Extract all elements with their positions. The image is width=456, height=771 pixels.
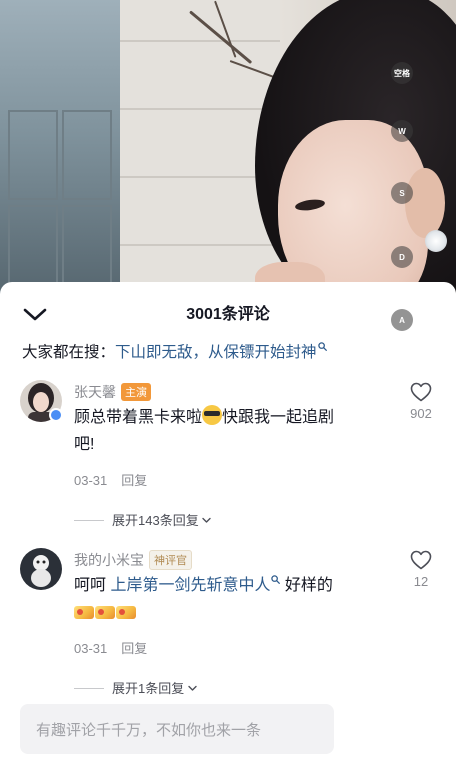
key-space-hint[interactable]: 空格	[391, 62, 413, 84]
heart-icon	[410, 382, 432, 402]
comment-text: 呵呵 上岸第一剑先斩意中人 好样的	[74, 572, 374, 626]
comment-text: 顾总带着黑卡来啦 快跟我一起追剧 吧!	[74, 404, 374, 458]
comment-count-title: 3001条评论	[186, 306, 270, 323]
chevron-down-icon	[202, 517, 212, 523]
comment-date: 03-31	[74, 473, 108, 488]
trending-search-link[interactable]: 下山即无敌，从保镖开始封神	[115, 344, 317, 361]
comment-text-part: 顾总带着黑卡来啦	[74, 409, 203, 426]
comment-hashtag-link[interactable]: 上岸第一剑先斩意中人	[110, 577, 270, 594]
chevron-down-icon	[188, 685, 197, 691]
expand-replies-label: 展开143条回复	[112, 513, 199, 528]
expand-replies-label: 展开1条回复	[112, 681, 185, 696]
role-tag: 主演	[121, 383, 151, 401]
comment-text-part: 吧!	[74, 436, 95, 453]
comment-input-placeholder: 有趣评论千千万，不如你也来一条	[36, 722, 262, 739]
comment-sheet: 3001条评论 A 大家都在搜：下山即无敌，从保镖开始封神 张天馨 主演 顾总带着…	[0, 282, 456, 771]
earring	[425, 230, 447, 252]
comment-header: 3001条评论	[0, 282, 456, 338]
thumbs-up-emoji-icon	[95, 606, 115, 619]
expand-replies-button[interactable]: 展开143条回复	[74, 510, 212, 529]
expand-replies-button[interactable]: 展开1条回复	[74, 678, 197, 697]
like-count: 902	[410, 406, 432, 421]
window-background	[0, 0, 125, 300]
search-icon	[317, 342, 327, 351]
divider-line	[74, 688, 104, 689]
key-d-hint[interactable]: D	[391, 246, 413, 268]
comment-item: 张天馨 主演 顾总带着黑卡来啦 快跟我一起追剧 吧! 03-31 回复 902 展开1…	[0, 380, 456, 530]
comment-text-part: 快跟我一起追剧	[222, 409, 335, 426]
avatar[interactable]	[20, 548, 62, 590]
heart-icon	[410, 550, 432, 570]
comment-meta: 03-31 回复	[74, 470, 161, 489]
key-a-hint[interactable]: A	[391, 309, 413, 331]
comment-meta: 03-31 回复	[74, 638, 161, 657]
trending-search-prefix: 大家都在搜：	[22, 344, 116, 361]
trending-search: 大家都在搜：下山即无敌，从保镖开始封神	[22, 340, 327, 362]
thumbs-up-emoji-icon	[74, 606, 94, 619]
username-text: 我的小米宝	[74, 552, 144, 568]
comment-item: 我的小米宝 神评官 呵呵 上岸第一剑先斩意中人 好样的 03-31 回复 12 展开…	[0, 548, 456, 698]
comment-date: 03-31	[74, 641, 108, 656]
sunglasses-emoji-icon	[202, 405, 223, 425]
username-text: 张天馨	[74, 384, 116, 400]
thumbs-up-emoji-icon	[116, 606, 136, 619]
comment-username[interactable]: 我的小米宝 神评官	[74, 550, 192, 570]
reply-button[interactable]: 回复	[121, 641, 147, 656]
divider-line	[74, 520, 104, 521]
comment-text-part: 好样的	[280, 577, 333, 594]
like-count: 12	[413, 574, 429, 589]
like-button[interactable]: 902	[398, 382, 444, 421]
reply-button[interactable]: 回复	[121, 473, 147, 488]
comment-username[interactable]: 张天馨 主演	[74, 382, 151, 402]
video-player[interactable]	[0, 0, 456, 300]
verified-badge-icon	[49, 408, 63, 422]
person-ear	[405, 168, 445, 238]
key-s-hint[interactable]: S	[391, 182, 413, 204]
key-w-hint[interactable]: W	[391, 120, 413, 142]
comment-text-part: 呵呵	[74, 577, 111, 594]
role-tag: 神评官	[149, 550, 192, 570]
like-button[interactable]: 12	[398, 550, 444, 589]
comment-input[interactable]: 有趣评论千千万，不如你也来一条	[20, 704, 334, 754]
